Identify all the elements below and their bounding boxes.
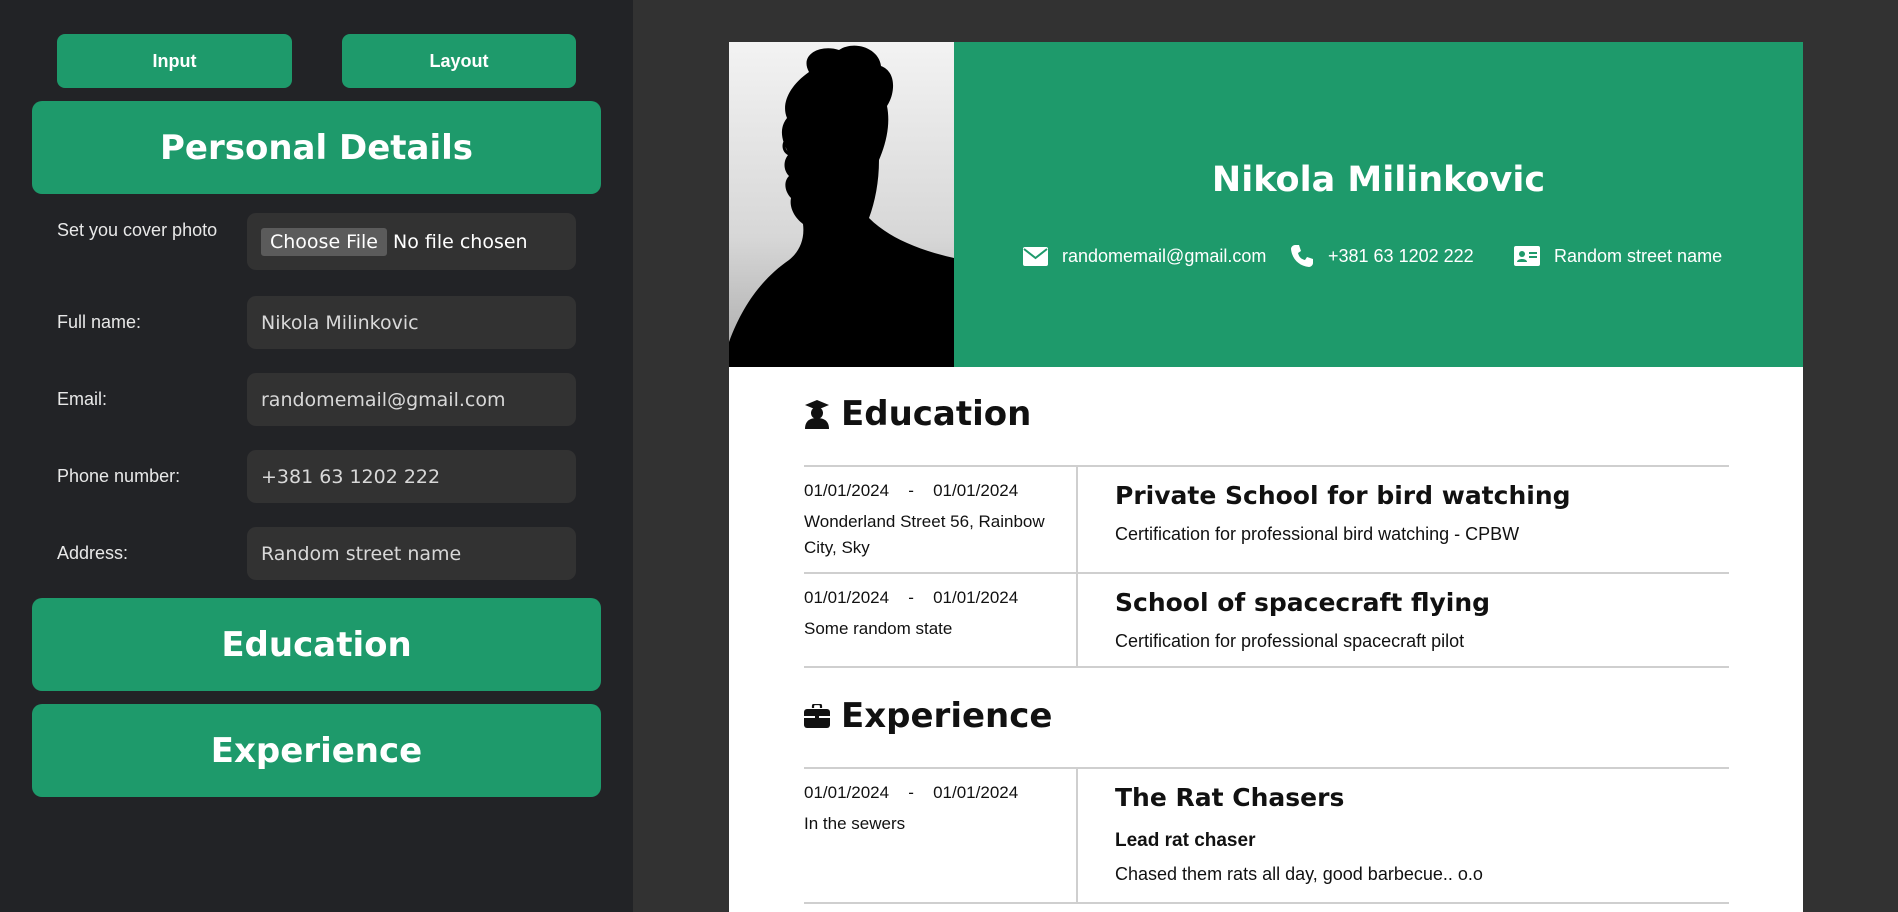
entry-description: Certification for professional bird watc…: [1115, 524, 1520, 544]
position-title: Lead rat chaser: [1115, 830, 1256, 851]
start-date: 01/01/2024: [804, 481, 890, 500]
personal-details-section-button[interactable]: Personal Details: [32, 101, 601, 194]
contact-address-text: Random street name: [1554, 245, 1723, 266]
email-input[interactable]: randomemail@gmail.com: [247, 373, 576, 426]
contact-phone-text: +381 63 1202 222: [1328, 245, 1474, 266]
date-separator: -: [908, 481, 914, 500]
address-label: Address:: [57, 543, 129, 563]
experience-section-button[interactable]: Experience: [32, 704, 601, 797]
full-name-input[interactable]: Nikola Milinkovic: [247, 296, 576, 349]
address-input[interactable]: Random street name: [247, 527, 576, 580]
silhouette-image: [729, 45, 954, 367]
layout-tab-button[interactable]: Layout: [342, 34, 576, 88]
start-date: 01/01/2024: [804, 783, 890, 802]
experience-entry: 01/01/2024 - 01/01/2024 In the sewers Th…: [804, 767, 1729, 904]
contact-phone: +381 63 1202 222: [1290, 242, 1474, 270]
resume-header: Nikola Milinkovic randomemail@gmail.com …: [729, 42, 1803, 367]
education-section-button[interactable]: Education: [32, 598, 601, 691]
briefcase-icon: [804, 704, 830, 728]
end-date: 01/01/2024: [933, 783, 1019, 802]
resume-preview: Nikola Milinkovic randomemail@gmail.com …: [729, 42, 1803, 912]
end-date: 01/01/2024: [933, 588, 1019, 607]
phone-icon: [1291, 245, 1313, 267]
phone-label: Phone number:: [57, 466, 181, 486]
contact-email-text: randomemail@gmail.com: [1062, 245, 1267, 266]
resume-name: Nikola Milinkovic: [1211, 160, 1546, 200]
full-name-label: Full name:: [57, 312, 142, 332]
end-date: 01/01/2024: [933, 481, 1019, 500]
entry-description: Chased them rats all day, good barbecue.…: [1115, 864, 1483, 884]
graduate-icon: [805, 400, 829, 429]
education-entry: 01/01/2024 - 01/01/2024 Some random stat…: [804, 572, 1729, 668]
cover-photo-label: Set you cover photo: [57, 220, 218, 240]
contact-email: randomemail@gmail.com: [1023, 242, 1266, 270]
entry-location: Some random state: [804, 619, 953, 638]
cover-photo: [729, 42, 954, 367]
start-date: 01/01/2024: [804, 588, 890, 607]
education-heading-text: Education: [841, 394, 1032, 434]
entry-description: Certification for professional spacecraf…: [1115, 631, 1465, 651]
editor-sidebar: Input Layout Personal Details Set you co…: [0, 0, 633, 912]
phone-input[interactable]: +381 63 1202 222: [247, 450, 576, 503]
cover-photo-file-input[interactable]: Choose File No file chosen: [247, 213, 576, 270]
envelope-icon: [1023, 246, 1048, 266]
address-card-icon: [1514, 246, 1540, 266]
entry-location: Wonderland Street 56, Rainbow City, Sky: [804, 512, 1045, 557]
education-heading: Education: [804, 394, 1031, 434]
education-entry: 01/01/2024 - 01/01/2024 Wonderland Stree…: [804, 465, 1729, 572]
experience-heading: Experience: [804, 696, 1052, 736]
email-label: Email:: [57, 389, 108, 409]
date-separator: -: [908, 588, 914, 607]
contact-address: Random street name: [1514, 242, 1722, 270]
school-name: School of spacecraft flying: [1115, 588, 1491, 617]
choose-file-button[interactable]: Choose File: [261, 227, 387, 256]
school-name: Private School for bird watching: [1115, 481, 1571, 510]
experience-heading-text: Experience: [841, 696, 1053, 736]
company-name: The Rat Chasers: [1115, 783, 1345, 812]
input-tab-button[interactable]: Input: [57, 34, 292, 88]
entry-location: In the sewers: [804, 814, 906, 833]
date-separator: -: [908, 783, 914, 802]
file-status-text: No file chosen: [392, 230, 528, 253]
